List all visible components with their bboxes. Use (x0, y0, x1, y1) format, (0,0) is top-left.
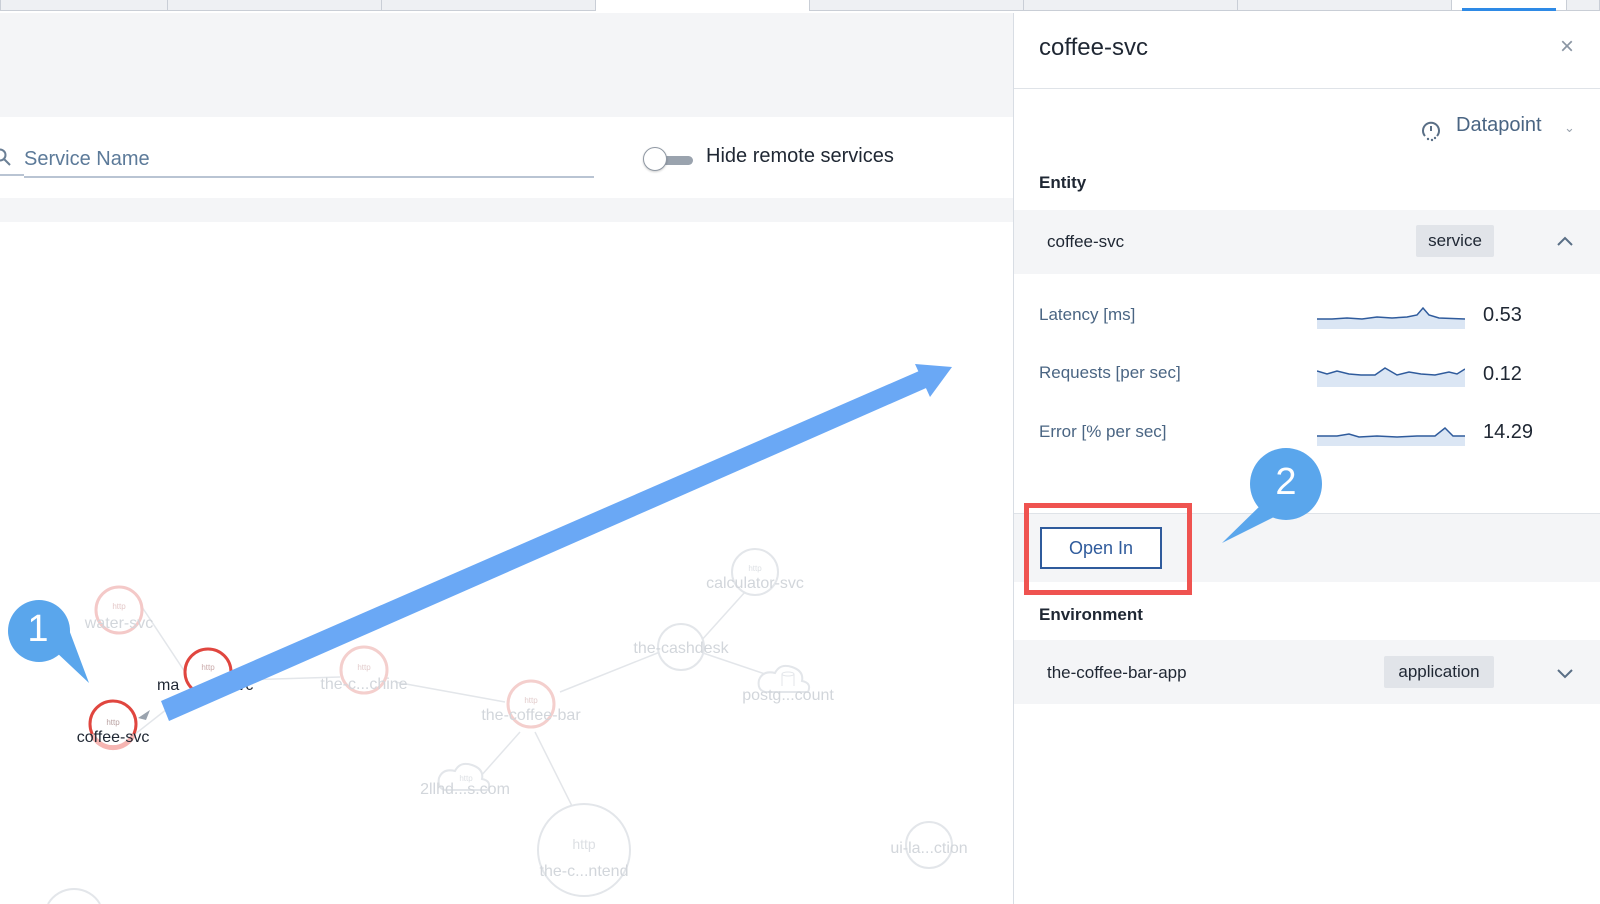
close-icon[interactable]: × (1556, 35, 1578, 59)
svg-text:2llhd...s.com: 2llhd...s.com (420, 781, 510, 798)
svg-text:http: http (201, 663, 215, 672)
edge-arrowhead (138, 710, 150, 720)
error-sparkline (1317, 426, 1465, 446)
service-map[interactable]: http water-svc http ma -svc http coffee-… (0, 222, 1013, 904)
svg-text:the-c...ntend: the-c...ntend (540, 863, 629, 880)
graph-node-the-coffee-machine[interactable]: http the-c...chine (320, 645, 408, 695)
svg-text:ui-la...ction: ui-la...ction (890, 840, 967, 857)
svg-text:the-coffee-bar: the-coffee-bar (481, 707, 581, 724)
graph-node-remote-2llhd[interactable]: http 2llhd...s.com (420, 762, 510, 798)
metric-requests-value: 0.12 (1483, 363, 1522, 385)
chevron-down-icon[interactable] (1556, 664, 1574, 682)
badge-1-label: 1 (27, 608, 49, 650)
svg-text:the-c...chine: the-c...chine (320, 676, 407, 693)
metric-error-label: Error [% per sec] (1039, 422, 1167, 441)
svg-text:coffee-svc: coffee-svc (77, 729, 150, 746)
graph-node-partial (47, 887, 101, 904)
badge-2-label: 2 (1275, 461, 1297, 503)
environment-heading: Environment (1039, 605, 1143, 624)
graph-node-the-coffee-bar[interactable]: http the-coffee-bar (481, 679, 581, 729)
svg-text:http: http (112, 602, 126, 611)
tab-5[interactable] (1023, 0, 1238, 11)
svg-text:water-svc: water-svc (84, 615, 153, 632)
tab-8[interactable] (1566, 0, 1600, 11)
svg-text:http: http (357, 663, 371, 672)
latency-sparkline (1317, 306, 1465, 329)
requests-sparkline (1317, 367, 1465, 387)
graph-node-water-svc[interactable]: http water-svc (84, 585, 153, 635)
panel-title: coffee-svc (1039, 34, 1148, 61)
search-underline (0, 174, 24, 176)
svg-text:the-cashdesk: the-cashdesk (633, 640, 729, 657)
tab-4[interactable] (809, 0, 1024, 11)
open-in-highlight-box (1024, 503, 1192, 595)
service-map-canvas[interactable]: http water-svc http ma -svc http coffee-… (0, 222, 1013, 904)
entity-name: coffee-svc (1047, 232, 1125, 251)
environment-name: the-coffee-bar-app (1047, 663, 1187, 682)
tab-2[interactable] (167, 0, 382, 11)
tab-active[interactable] (1451, 0, 1567, 11)
details-panel (1013, 13, 1600, 904)
service-name-search-input[interactable] (24, 142, 594, 178)
svg-text:http: http (106, 718, 120, 727)
graph-node-calculator-svc[interactable]: http calculator-svc (706, 548, 804, 596)
svg-text:calculator-svc: calculator-svc (706, 575, 804, 592)
toolbar-area (0, 13, 1013, 117)
toggle-knob (643, 147, 667, 171)
panel-divider (1014, 88, 1600, 89)
divider-band (0, 198, 1013, 222)
metric-latency-label: Latency [ms] (1039, 305, 1136, 324)
hide-remote-services-label: Hide remote services (706, 145, 894, 167)
metric-requests-label: Requests [per sec] (1039, 363, 1181, 382)
svg-text:http: http (572, 836, 596, 852)
svg-text:http: http (524, 696, 538, 705)
chevron-up-icon[interactable] (1556, 233, 1574, 251)
svg-text:ma: ma (157, 677, 179, 694)
tab-1[interactable] (0, 0, 168, 11)
entity-type-tag: service (1416, 225, 1494, 257)
graph-node-ui-lambda-action[interactable]: ui-la...ction (890, 821, 968, 869)
graph-node-machine-svc[interactable]: http ma -svc (157, 647, 253, 697)
entity-heading: Entity (1039, 173, 1087, 192)
graph-node-the-cashdesk[interactable]: the-cashdesk (633, 623, 730, 671)
tab-3[interactable] (381, 0, 596, 11)
metric-latency-value: 0.53 (1483, 304, 1522, 326)
svg-text:http: http (748, 564, 762, 573)
svg-text:-svc: -svc (224, 677, 253, 694)
tab-6[interactable] (1237, 0, 1452, 11)
metric-error-value: 14.29 (1483, 421, 1534, 443)
graph-node-the-coffee-frontend[interactable]: http the-c...ntend (537, 803, 631, 897)
chevron-down-icon: ⌄ (1564, 120, 1575, 135)
graph-node-coffee-svc[interactable]: http coffee-svc (77, 699, 150, 751)
environment-type-tag: application (1384, 656, 1494, 688)
search-icon (0, 148, 11, 166)
tab-strip (0, 0, 1600, 13)
datapoint-icon (1422, 121, 1440, 142)
hide-remote-services-toggle[interactable] (643, 147, 695, 173)
svg-text:postg...count: postg...count (742, 687, 834, 704)
datapoint-label: Datapoint (1456, 114, 1542, 136)
